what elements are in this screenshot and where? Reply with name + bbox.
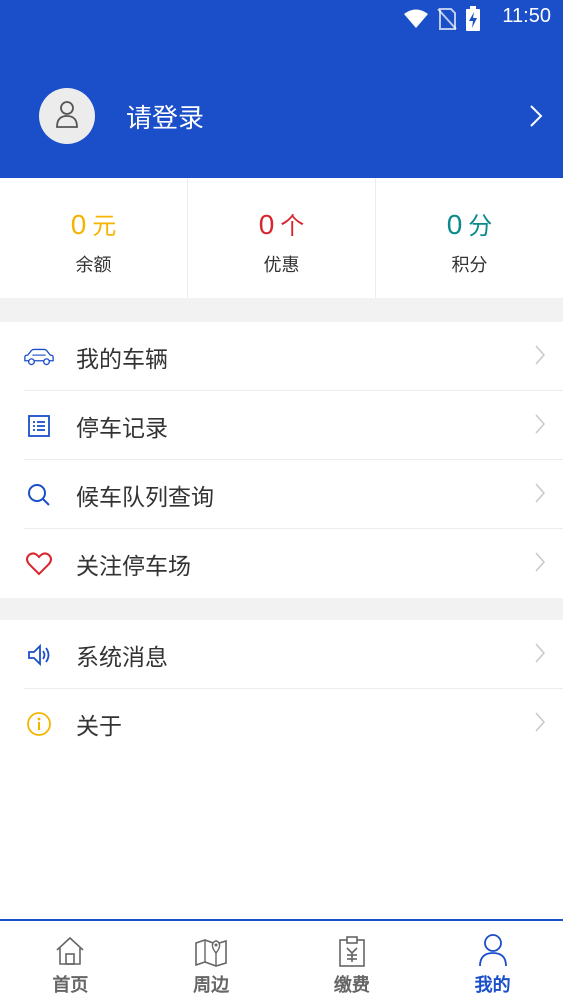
- stat-label: 余额: [75, 255, 112, 276]
- account-stats: 0元 余额 0个 优惠 0分 积分: [0, 178, 563, 298]
- stat-label: 积分: [451, 255, 488, 276]
- home-icon: [0, 931, 141, 967]
- stat-value: 0: [258, 209, 275, 240]
- payment-icon: [282, 931, 423, 967]
- section-gap: [0, 298, 563, 322]
- chevron-right-icon: [535, 414, 546, 438]
- wifi-icon: [403, 9, 429, 33]
- stat-balance[interactable]: 0元 余额: [0, 178, 188, 298]
- menu-item-parking-records[interactable]: 停车记录: [0, 391, 563, 460]
- menu-item-about[interactable]: 关于: [0, 689, 563, 758]
- menu-group-vehicles: 我的车辆 停车记录 候车队列查询 关注停车场: [0, 322, 563, 598]
- nav-label: 我的: [474, 975, 511, 996]
- menu-item-label: 关注停车场: [76, 553, 191, 580]
- stat-unit: 个: [280, 213, 305, 240]
- menu-item-label: 候车队列查询: [76, 484, 214, 511]
- menu-group-system: 系统消息 关于: [0, 620, 563, 758]
- car-icon: [23, 343, 55, 371]
- user-avatar-icon: [55, 100, 79, 132]
- list-icon: [23, 412, 55, 440]
- chevron-right-icon: [535, 345, 546, 369]
- stat-unit: 元: [92, 213, 117, 240]
- status-bar: 11:50: [0, 0, 563, 38]
- nav-label: 缴费: [333, 975, 370, 996]
- chevron-right-icon: [535, 712, 546, 736]
- stat-value: 0: [446, 209, 463, 240]
- avatar[interactable]: [39, 88, 95, 144]
- map-icon: [141, 931, 282, 967]
- user-icon: [422, 931, 563, 967]
- no-sim-icon: [437, 7, 457, 35]
- menu-item-label: 停车记录: [76, 415, 168, 442]
- nav-tab-payment[interactable]: 缴费: [282, 921, 423, 1000]
- section-gap: [0, 598, 563, 620]
- nav-label: 周边: [193, 975, 230, 996]
- menu-item-system-messages[interactable]: 系统消息: [0, 620, 563, 689]
- menu-item-my-vehicles[interactable]: 我的车辆: [0, 322, 563, 391]
- chevron-right-icon: [535, 552, 546, 576]
- chevron-right-icon: [535, 483, 546, 507]
- heart-icon: [23, 550, 55, 578]
- nav-tab-home[interactable]: 首页: [0, 921, 141, 1000]
- menu-item-queue-query[interactable]: 候车队列查询: [0, 460, 563, 529]
- login-prompt[interactable]: 请登录: [126, 98, 204, 135]
- info-icon: [23, 710, 55, 738]
- stat-coupons[interactable]: 0个 优惠: [188, 178, 376, 298]
- menu-item-label: 关于: [76, 713, 122, 740]
- battery-charging-icon: [465, 6, 481, 36]
- profile-header: 11:50 请登录: [0, 0, 563, 178]
- chevron-right-icon: [529, 104, 543, 132]
- stat-label: 优惠: [263, 255, 300, 276]
- stat-value: 0: [70, 209, 87, 240]
- menu-item-label: 系统消息: [76, 644, 168, 671]
- stat-unit: 分: [468, 213, 493, 240]
- nav-label: 首页: [52, 975, 89, 996]
- nav-tab-mine[interactable]: 我的: [422, 921, 563, 1000]
- menu-item-favorite-parking[interactable]: 关注停车场: [0, 529, 563, 598]
- chevron-right-icon: [535, 643, 546, 667]
- bottom-navigation: 首页 周边 缴费 我的: [0, 919, 563, 1000]
- status-icons: [403, 6, 481, 36]
- nav-tab-nearby[interactable]: 周边: [141, 921, 282, 1000]
- login-row[interactable]: 请登录: [0, 80, 563, 150]
- speaker-icon: [23, 641, 55, 669]
- status-time: 11:50: [502, 5, 551, 27]
- stat-points[interactable]: 0分 积分: [376, 178, 563, 298]
- search-icon: [23, 481, 55, 509]
- menu-item-label: 我的车辆: [76, 346, 168, 373]
